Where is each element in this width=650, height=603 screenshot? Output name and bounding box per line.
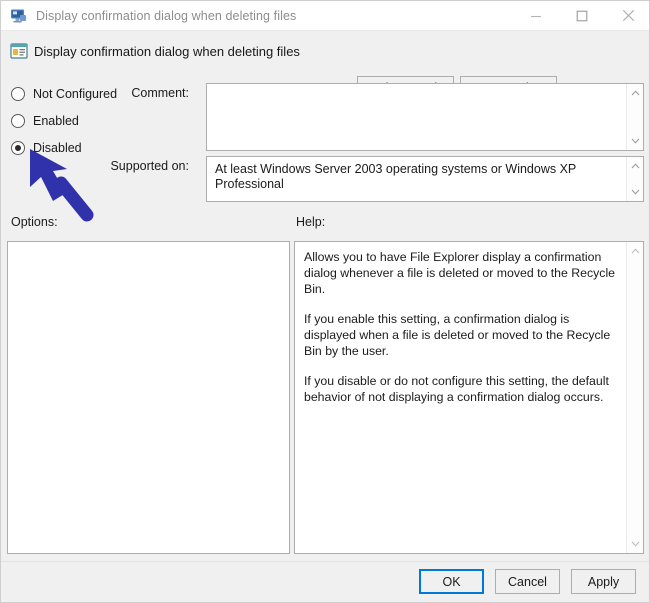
comment-label: Comment: [131,86,189,100]
comment-scrollbar[interactable] [626,84,643,150]
supported-on-field[interactable]: At least Windows Server 2003 operating s… [206,156,644,202]
scroll-up-icon[interactable] [627,158,643,174]
radio-disabled-mark [11,141,25,155]
policy-setting-window: Display confirmation dialog when deletin… [0,0,650,603]
radio-disabled-label: Disabled [33,141,82,155]
scroll-down-icon[interactable] [627,133,643,149]
minimize-button[interactable] [513,1,559,31]
ok-button[interactable]: OK [419,569,484,594]
help-paragraph: If you disable or do not configure this … [304,374,609,404]
help-label: Help: [296,215,326,229]
options-label: Options: [11,215,58,229]
help-scrollbar[interactable] [626,242,643,553]
cancel-button[interactable]: Cancel [495,569,560,594]
help-text: Allows you to have File Explorer display… [304,249,621,405]
scroll-up-icon[interactable] [627,85,643,101]
close-button[interactable] [605,1,649,31]
window-title: Display confirmation dialog when deletin… [36,8,297,23]
help-paragraph: If you enable this setting, a confirmati… [304,312,611,358]
comment-field[interactable] [206,83,644,151]
scroll-up-icon[interactable] [627,243,643,259]
options-panel[interactable] [7,241,290,554]
help-panel[interactable]: Allows you to have File Explorer display… [294,241,644,554]
maximize-icon [576,10,588,21]
minimize-icon [531,15,541,17]
footer-separator [1,561,649,562]
radio-not-configured-mark [11,87,25,101]
setting-title: Display confirmation dialog when deletin… [34,44,300,59]
supported-on-scrollbar[interactable] [626,157,643,201]
scroll-down-icon[interactable] [627,536,643,552]
maximize-button[interactable] [559,1,605,31]
radio-disabled[interactable]: Disabled [11,139,82,157]
close-icon [622,9,634,22]
supported-on-label: Supported on: [110,159,189,173]
setting-header: Display confirmation dialog when deletin… [1,32,649,100]
help-paragraph: Allows you to have File Explorer display… [304,250,616,296]
apply-button[interactable]: Apply [571,569,636,594]
radio-enabled-mark [11,114,25,128]
radio-enabled-label: Enabled [33,114,79,128]
supported-on-value: At least Windows Server 2003 operating s… [215,162,577,191]
title-bar: Display confirmation dialog when deletin… [1,1,649,31]
display-monitor-icon [11,9,26,23]
scroll-down-icon[interactable] [627,184,643,200]
radio-enabled[interactable]: Enabled [11,112,79,130]
group-policy-setting-icon [10,43,28,59]
